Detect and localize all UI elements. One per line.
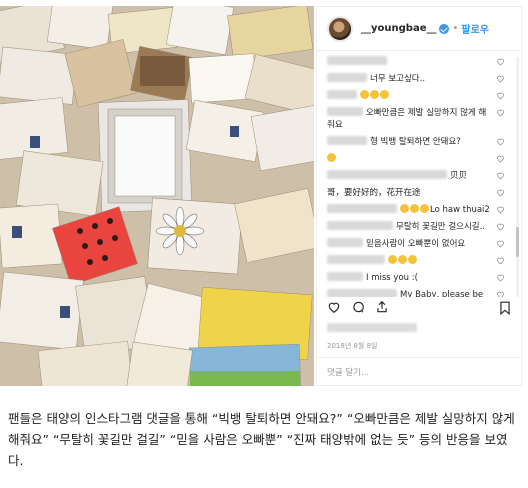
blurred-username: [327, 107, 363, 116]
share-icon[interactable]: [375, 300, 389, 314]
comment-item: I miss you :(: [327, 272, 505, 284]
blurred-username: [327, 221, 393, 230]
scrollbar-thumb[interactable]: [516, 227, 519, 257]
article-caption: 팬들은 태양의 인스타그램 댓글을 통해 “빅뱅 탈퇴하면 안돼요?” “오빠만…: [8, 411, 515, 468]
heart-icon[interactable]: [496, 256, 505, 265]
heart-icon[interactable]: [496, 188, 505, 197]
post-date: 2018년 8월 8일: [327, 342, 378, 350]
emoji-icon: [327, 153, 336, 162]
heart-icon[interactable]: [496, 273, 505, 282]
comment-item: 오빠만큼은 제발 실망하지 않게 해줘요: [327, 107, 505, 131]
comment-text: 哥，要好好的，花开在途: [327, 188, 421, 198]
heart-icon[interactable]: [496, 290, 505, 297]
comment-item: [327, 153, 505, 165]
comment-item: [327, 56, 505, 68]
bookmark-button[interactable]: [499, 300, 511, 319]
comment-item: 哥，要好好的，花开在途: [327, 187, 505, 199]
heart-icon[interactable]: [496, 74, 505, 83]
comment-item: 너무 보고싶다..: [327, 73, 505, 85]
comment-text: 贝贝: [450, 171, 468, 181]
heart-icon[interactable]: [496, 108, 505, 117]
bookmark-icon[interactable]: [499, 301, 511, 316]
comments-scrollbar[interactable]: [516, 57, 519, 297]
comment-text: Lo haw thuai2: [430, 205, 490, 215]
heart-icon[interactable]: [496, 154, 505, 163]
blurred-username: [327, 289, 397, 297]
blurred-username: [327, 238, 363, 247]
post-photo: [0, 6, 314, 386]
emoji-icon: [408, 255, 417, 264]
comment-item: My Baby, please be safe, like I'm trying…: [327, 289, 505, 297]
comment-item: 贝贝: [327, 170, 505, 182]
comment-text: 믿음사람이 오빠뿐이 없어요: [366, 239, 466, 249]
heart-icon[interactable]: [496, 171, 505, 180]
emoji-icon: [400, 204, 409, 213]
comments-list: 너무 보고싶다.. 오빠만큼은 제발 실망하지 않게 해줘요형 빅뱅 탈퇴하면 안…: [317, 52, 515, 297]
add-comment-input[interactable]: 댓글 달기...: [317, 357, 521, 385]
emoji-icon: [398, 255, 407, 264]
separator-dot: •: [452, 23, 459, 34]
comment-item: [327, 255, 505, 267]
blurred-username: [327, 204, 397, 213]
comment-text: 너무 보고싶다..: [370, 74, 426, 84]
post-header: __youngbae__ • 팔로우: [317, 7, 521, 51]
post-actions: [327, 300, 389, 314]
blurred-username: [327, 255, 385, 264]
blurred-username: [327, 170, 447, 179]
comment-item: 무탈히 꽃길만 걸으시길..: [327, 221, 505, 233]
heart-icon[interactable]: [327, 300, 341, 314]
emoji-icon: [380, 90, 389, 99]
blurred-username: [327, 56, 387, 65]
avatar[interactable]: [327, 15, 353, 42]
emoji-icon: [388, 255, 397, 264]
heart-icon[interactable]: [496, 205, 505, 214]
comment-text: I miss you :(: [366, 273, 418, 283]
comment-text: 무탈히 꽃길만 걸으시길..: [396, 222, 486, 232]
emoji-icon: [370, 90, 379, 99]
username[interactable]: __youngbae__: [361, 23, 436, 34]
blurred-username: [327, 73, 367, 82]
comment-item: 믿음사람이 오빠뿐이 없어요: [327, 238, 505, 250]
verified-icon: [439, 23, 450, 34]
blurred-username: [327, 272, 363, 281]
follow-button[interactable]: 팔로우: [461, 21, 489, 36]
comment-item: [327, 90, 505, 102]
blurred-username: [327, 136, 367, 145]
instagram-panel: __youngbae__ • 팔로우 너무 보고싶다.. 오빠만큼은 제발 실망하…: [316, 6, 522, 386]
likes-count[interactable]: [327, 323, 417, 332]
comment-icon[interactable]: [351, 300, 365, 314]
blurred-username: [327, 90, 357, 99]
heart-icon[interactable]: [496, 91, 505, 100]
emoji-icon: [420, 204, 429, 213]
heart-icon[interactable]: [496, 239, 505, 248]
emoji-icon: [360, 90, 369, 99]
heart-icon[interactable]: [496, 222, 505, 231]
comment-item: 형 빅뱅 탈퇴하면 안돼요?: [327, 136, 505, 148]
comment-item: Lo haw thuai2: [327, 204, 505, 216]
heart-icon[interactable]: [496, 57, 505, 66]
comment-text: 형 빅뱅 탈퇴하면 안돼요?: [370, 137, 461, 147]
emoji-icon: [410, 204, 419, 213]
heart-icon[interactable]: [496, 137, 505, 146]
